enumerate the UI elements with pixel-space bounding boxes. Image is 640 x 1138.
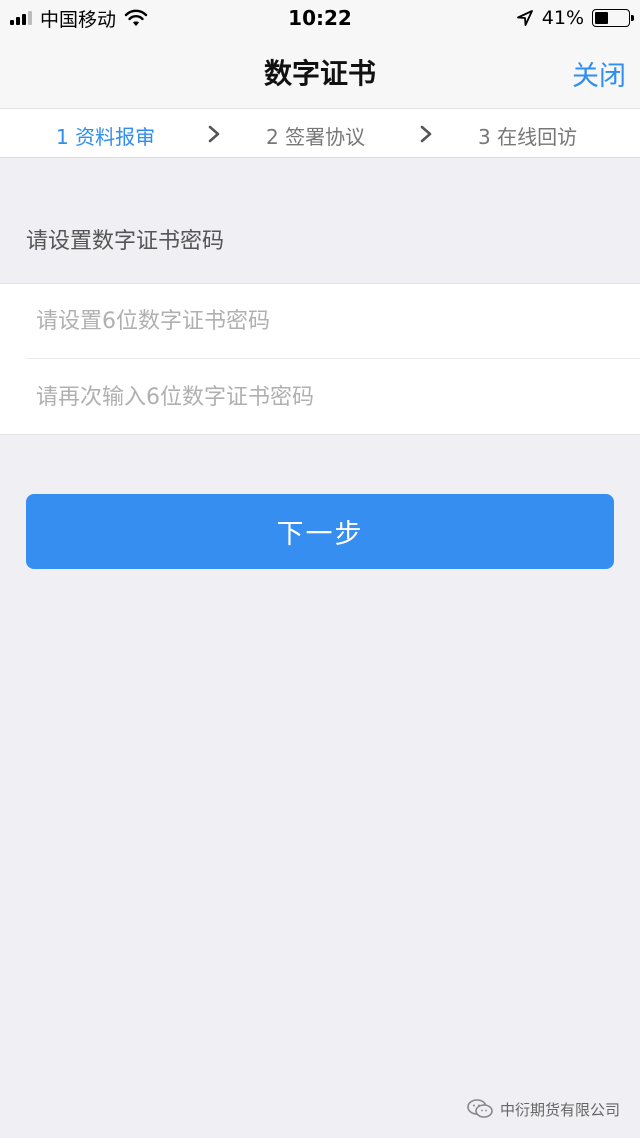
watermark: 中衍期货有限公司	[466, 1098, 620, 1120]
step-2-sign-agreement: 2 签署协议	[266, 125, 366, 149]
wifi-icon	[124, 9, 148, 26]
location-arrow-icon	[516, 10, 533, 26]
status-right: 41%	[516, 7, 634, 29]
battery-percent: 41%	[541, 7, 584, 29]
screen: 中国移动 10:22 41% 数字证书 关闭 1 资料报审 2 签署协议 3 在…	[0, 0, 640, 1138]
status-bar: 中国移动 10:22 41%	[0, 0, 640, 36]
status-left: 中国移动	[10, 5, 148, 32]
close-button[interactable]: 关闭	[572, 54, 626, 93]
wechat-icon	[467, 1099, 493, 1118]
page-title: 数字证书	[263, 57, 376, 90]
step-progress-bar: 1 资料报审 2 签署协议 3 在线回访	[0, 108, 640, 158]
password-input[interactable]	[26, 284, 640, 359]
battery-icon	[592, 9, 634, 27]
watermark-text: 中衍期货有限公司	[499, 1100, 620, 1119]
step-1-materials-review: 1 资料报审	[56, 125, 156, 149]
carrier-label: 中国移动	[40, 8, 117, 31]
chevron-right-icon	[208, 125, 220, 143]
step-3-online-callback: 3 在线回访	[478, 125, 578, 149]
chevron-right-icon	[420, 125, 432, 143]
battery-fill	[595, 12, 609, 24]
section-label: 请设置数字证书密码	[26, 229, 225, 254]
navigation-bar: 数字证书 关闭	[0, 36, 640, 108]
confirm-password-input[interactable]	[26, 360, 640, 435]
next-step-button[interactable]: 下一步	[26, 494, 614, 569]
password-form	[0, 283, 640, 435]
signal-icon	[10, 11, 32, 25]
